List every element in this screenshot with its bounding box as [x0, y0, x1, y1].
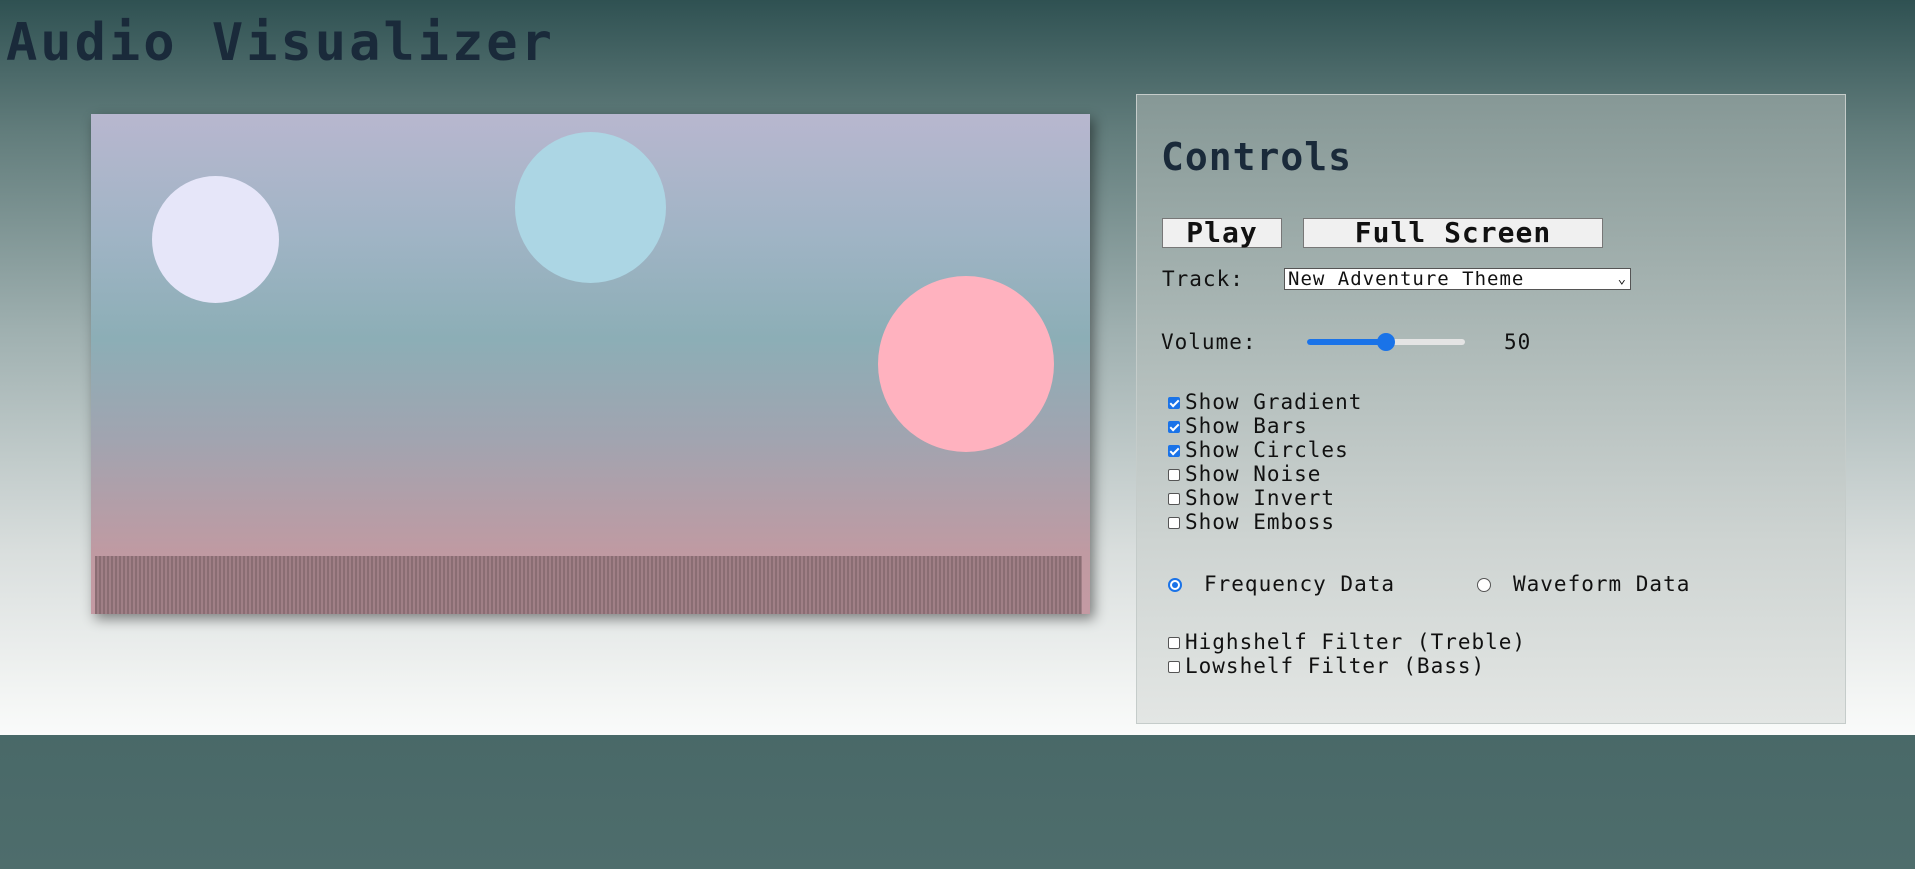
visualizer-circle: [515, 132, 666, 283]
page-background: Audio Visualizer Controls Play Full Scre…: [0, 0, 1915, 735]
frequency-bars: [95, 556, 1082, 614]
show-noise-checkbox[interactable]: [1168, 469, 1180, 481]
controls-panel: Controls Play Full Screen Track: New Adv…: [1136, 94, 1846, 724]
controls-heading: Controls: [1161, 135, 1353, 179]
show-bars-checkbox[interactable]: [1168, 421, 1180, 433]
show-emboss-label: Show Emboss: [1185, 510, 1336, 534]
highshelf-filter-label: Highshelf Filter (Treble): [1185, 630, 1527, 654]
track-select[interactable]: New Adventure Theme ⌄: [1284, 268, 1631, 290]
chevron-down-icon: ⌄: [1617, 271, 1627, 287]
show-emboss-checkbox[interactable]: [1168, 517, 1180, 529]
volume-slider-thumb[interactable]: [1377, 333, 1395, 351]
show-invert-checkbox[interactable]: [1168, 493, 1180, 505]
show-circles-checkbox[interactable]: [1168, 445, 1180, 457]
page-title: Audio Visualizer: [6, 13, 555, 73]
show-bars-label: Show Bars: [1185, 414, 1308, 438]
visualizer-circle: [878, 276, 1054, 452]
highshelf-filter-checkbox[interactable]: [1168, 637, 1180, 649]
volume-slider-fill: [1307, 339, 1386, 345]
show-gradient-checkbox[interactable]: [1168, 397, 1180, 409]
waveform-data-label: Waveform Data: [1513, 572, 1691, 596]
track-label: Track:: [1162, 267, 1244, 291]
track-select-value: New Adventure Theme: [1288, 268, 1525, 290]
waveform-data-radio[interactable]: [1477, 578, 1491, 592]
volume-value: 50: [1504, 330, 1532, 354]
volume-label: Volume:: [1161, 330, 1257, 354]
lowshelf-filter-label: Lowshelf Filter (Bass): [1185, 654, 1486, 678]
show-invert-label: Show Invert: [1185, 486, 1336, 510]
lowshelf-filter-checkbox[interactable]: [1168, 661, 1180, 673]
frequency-data-radio[interactable]: [1168, 578, 1182, 592]
show-noise-label: Show Noise: [1185, 462, 1322, 486]
show-circles-label: Show Circles: [1185, 438, 1349, 462]
fullscreen-button[interactable]: Full Screen: [1303, 218, 1603, 248]
show-gradient-label: Show Gradient: [1185, 390, 1363, 414]
frequency-data-label: Frequency Data: [1204, 572, 1396, 596]
play-button[interactable]: Play: [1162, 218, 1282, 248]
visualizer-circle: [152, 176, 279, 303]
volume-slider[interactable]: [1307, 333, 1465, 351]
visualizer-canvas[interactable]: [91, 114, 1090, 614]
